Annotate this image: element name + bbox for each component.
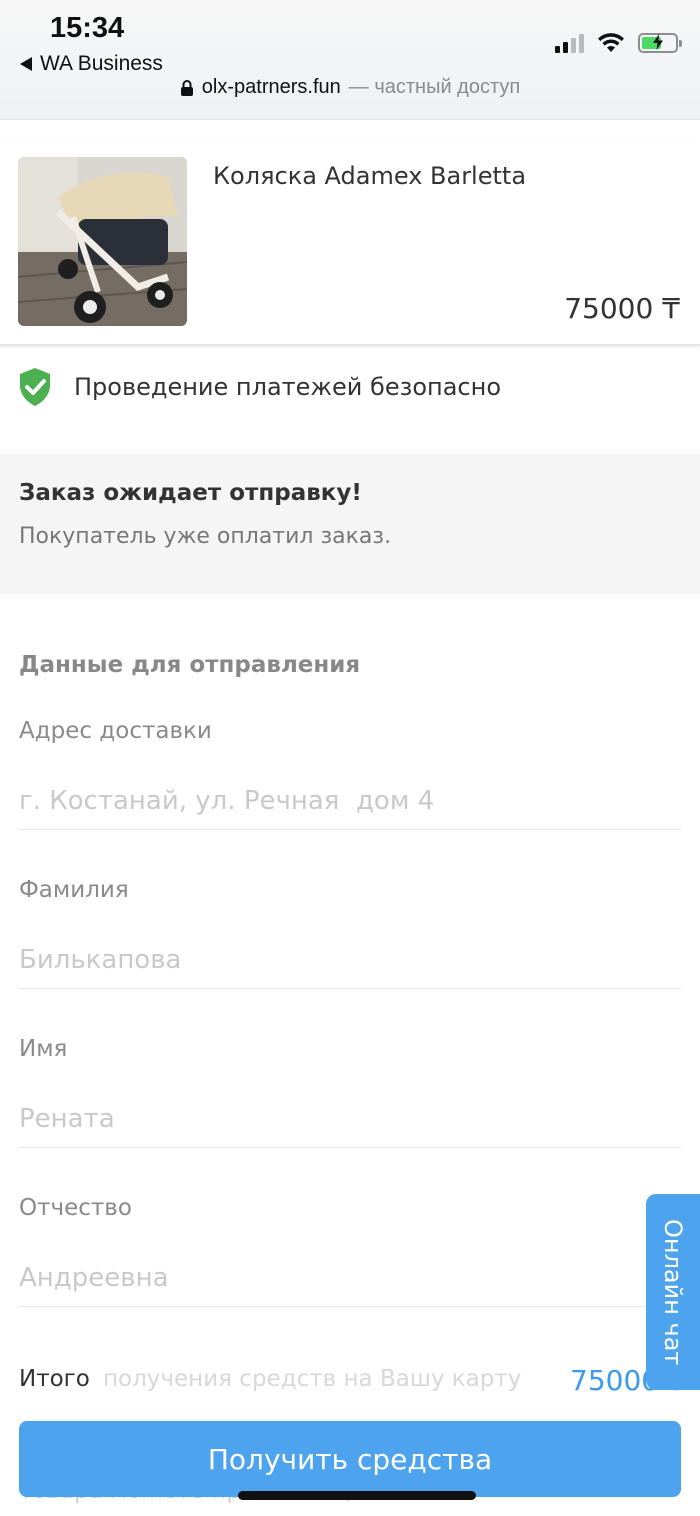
back-arrow-icon <box>20 57 32 71</box>
browser-top-bar: 15:34 WA Business olx-patrners.fun — час… <box>0 0 700 120</box>
wifi-icon <box>598 33 624 52</box>
address-bar[interactable]: olx-patrners.fun — частный доступ <box>0 76 700 99</box>
product-price: 75000 ₸ <box>564 292 680 325</box>
status-time: 15:34 <box>50 12 125 44</box>
patronymic-input[interactable] <box>19 1249 681 1307</box>
receive-funds-button[interactable]: Получить средства <box>19 1421 681 1497</box>
order-status-block: Заказ ожидает отправку! Покупатель уже о… <box>0 454 700 594</box>
surname-input[interactable] <box>19 931 681 989</box>
back-app-label: WA Business <box>40 52 163 75</box>
surname-field: Фамилия <box>19 877 681 989</box>
patronymic-label: Отчество <box>19 1195 132 1221</box>
page: 15:34 WA Business olx-patrners.fun — час… <box>0 0 700 1516</box>
lock-icon <box>180 79 193 96</box>
patronymic-field: Отчество <box>19 1195 681 1307</box>
cellular-signal-icon <box>555 33 584 53</box>
product-title: Коляска Adamex Barletta <box>213 162 527 190</box>
first-name-label: Имя <box>19 1036 68 1062</box>
online-chat-tab[interactable]: Онлайн чат <box>646 1194 700 1390</box>
address-label: Адрес доставки <box>19 718 212 744</box>
surname-label: Фамилия <box>19 877 129 903</box>
back-to-app-link[interactable]: WA Business <box>20 52 163 76</box>
address-input[interactable] <box>19 772 681 830</box>
first-name-input[interactable] <box>19 1090 681 1148</box>
product-photo <box>18 157 187 326</box>
shield-check-icon <box>20 368 50 406</box>
hidden-note-text: получения средств на Вашу карту <box>103 1366 522 1392</box>
first-name-field: Имя <box>19 1036 681 1148</box>
order-status-title: Заказ ожидает отправку! <box>19 480 362 506</box>
product-card[interactable]: Коляска Adamex Barletta 75000 ₸ <box>0 140 700 346</box>
address-field: Адрес доставки <box>19 718 681 830</box>
total-label: Итого <box>19 1366 90 1392</box>
online-chat-label: Онлайн чат <box>659 1218 687 1366</box>
private-access-label: — частный доступ <box>348 76 521 98</box>
shipping-section-title: Данные для отправления <box>19 652 361 678</box>
secure-payment-note: Проведение платежей безопасно <box>18 366 501 408</box>
order-status-subtitle: Покупатель уже оплатил заказ. <box>19 524 392 549</box>
url-domain: olx-patrners.fun <box>201 76 341 98</box>
secure-payment-text: Проведение платежей безопасно <box>74 373 501 401</box>
status-icons <box>555 30 682 56</box>
battery-icon <box>638 33 682 53</box>
home-indicator <box>238 1491 476 1500</box>
